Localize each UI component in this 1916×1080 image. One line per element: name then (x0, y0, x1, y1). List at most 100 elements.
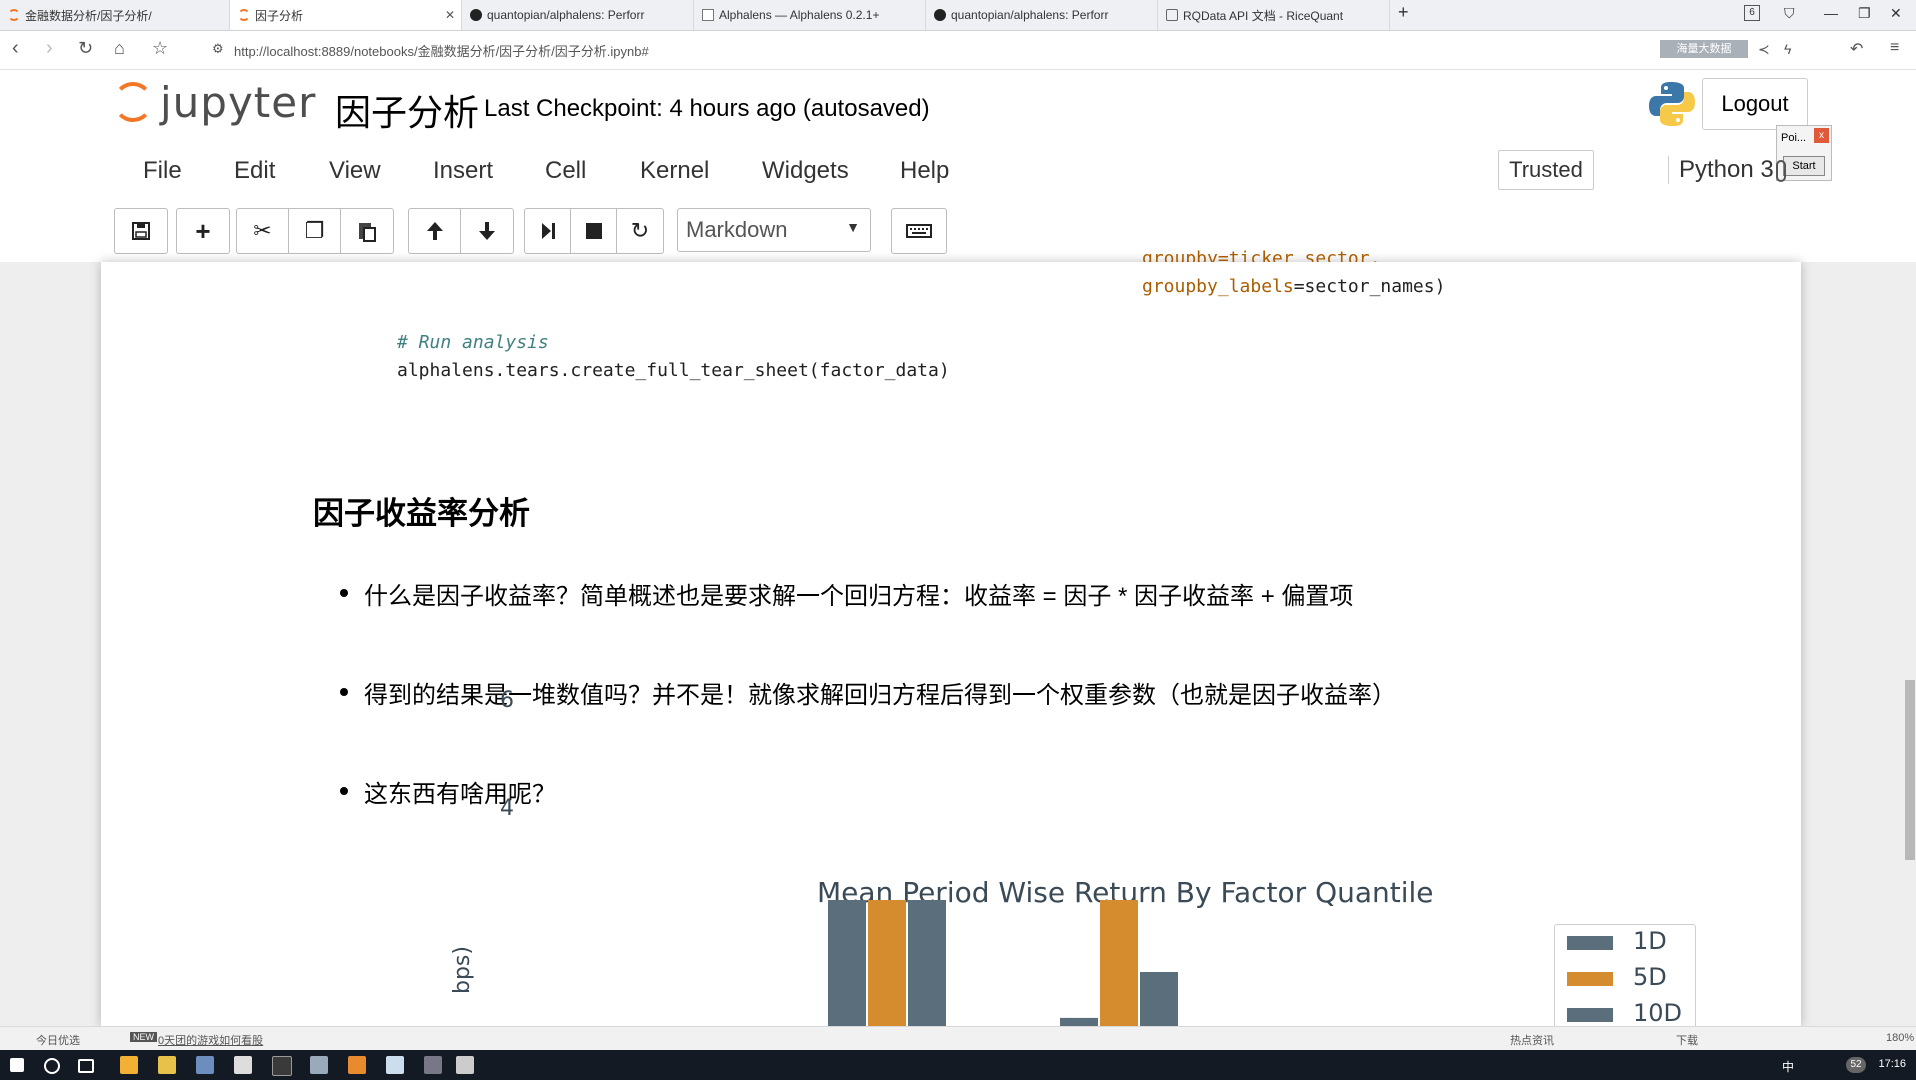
app-icon[interactable] (310, 1056, 328, 1074)
browser-tab[interactable]: 金融数据分析/因子分析/ (0, 0, 230, 30)
address-widget[interactable]: 海量大数据 (1660, 40, 1748, 58)
copy-icon[interactable]: ❐ (289, 209, 341, 253)
site-info-icon[interactable]: ⚙ (212, 41, 224, 57)
widget-start-button[interactable]: Start (1783, 156, 1825, 176)
browser-status-bar: 今日优选 NEW 0天团的游戏如何看股 热点资讯 下载 180% (0, 1026, 1916, 1051)
interrupt-icon[interactable] (571, 209, 617, 253)
close-window-icon[interactable]: ✕ (1890, 5, 1902, 22)
app-icon[interactable] (386, 1056, 404, 1074)
chart-plot-area (828, 900, 1178, 1026)
lock-icon (1166, 9, 1178, 21)
python-logo-icon (1649, 82, 1695, 126)
code-comment: # Run analysis (397, 332, 549, 353)
bar-5D-1 (868, 900, 906, 1026)
task-view-icon[interactable] (78, 1059, 94, 1073)
browser-app-icon[interactable] (120, 1056, 138, 1074)
run-icon[interactable] (525, 209, 571, 253)
minimize-icon[interactable]: — (1824, 5, 1838, 21)
app-icon[interactable] (196, 1056, 214, 1074)
close-tab-icon[interactable]: ✕ (445, 8, 455, 22)
restart-icon[interactable]: ↻ (617, 209, 663, 253)
logout-button[interactable]: Logout (1702, 78, 1808, 130)
jupyter-logo-icon[interactable] (113, 82, 153, 122)
move-up-icon[interactable] (409, 209, 461, 253)
cut-icon[interactable]: ✂ (237, 209, 289, 253)
toolbar-edit-group: ✂ ❐ (236, 208, 394, 254)
status-download[interactable]: 下载 (1676, 1032, 1698, 1048)
bar-10D-2 (1140, 972, 1178, 1026)
menu-cell[interactable]: Cell (545, 157, 586, 185)
share-icon[interactable]: ≺ (1758, 41, 1770, 58)
command-palette-button[interactable] (891, 208, 947, 254)
jupyter-logo-text[interactable]: jupyter (160, 78, 316, 127)
app-icon[interactable] (348, 1056, 366, 1074)
toolbar-move-group (408, 208, 514, 254)
windows-start-icon[interactable] (10, 1058, 24, 1072)
menu-edit[interactable]: Edit (234, 157, 275, 185)
app-icon[interactable] (424, 1056, 442, 1074)
status-news-link[interactable]: 0天团的游戏如何看股 (158, 1032, 263, 1048)
browser-tab-active[interactable]: 因子分析 ✕ (230, 0, 462, 30)
y-tick-label: 6 (500, 688, 514, 713)
cell-type-select[interactable]: Markdown ▼ (677, 208, 871, 252)
widget-close-button[interactable]: x (1814, 128, 1829, 143)
app-icon[interactable] (234, 1056, 252, 1074)
lightning-icon[interactable]: ϟ (1784, 41, 1791, 57)
trusted-indicator[interactable]: Trusted (1498, 150, 1594, 190)
cell-type-value: Markdown (686, 217, 788, 242)
widget-title: Poi... (1781, 132, 1807, 144)
zoom-level[interactable]: 180% (1886, 1032, 1914, 1044)
menu-icon[interactable]: ≡ (1890, 39, 1899, 57)
markdown-heading: 因子收益率分析 (313, 496, 530, 531)
menu-file[interactable]: File (143, 157, 182, 185)
status-left-item[interactable]: 今日优选 (36, 1032, 80, 1048)
browser-tab[interactable]: RQData API 文档 - RiceQuant (1158, 0, 1390, 30)
home-icon[interactable]: ⌂ (114, 38, 125, 59)
page-scrollbar[interactable] (1905, 680, 1915, 860)
legend-swatch (1567, 936, 1613, 950)
legend-item: 1D (1563, 927, 1693, 959)
forward-icon[interactable]: › (46, 37, 53, 60)
back-icon[interactable]: ‹ (12, 37, 19, 60)
star-icon[interactable]: ☆ (152, 38, 168, 59)
menu-help[interactable]: Help (900, 157, 949, 185)
address-bar-row: ‹ › ↻ ⌂ ☆ ⚙ http://localhost:8889/notebo… (0, 31, 1916, 70)
status-hot-news[interactable]: 热点资讯 (1510, 1032, 1554, 1048)
kernel-status-icon (1776, 160, 1786, 182)
menu-view[interactable]: View (329, 157, 381, 185)
browser-tab[interactable]: quantopian/alphalens: Perforr (462, 0, 694, 30)
save-icon[interactable] (115, 209, 167, 253)
tab-count-badge[interactable]: 6 (1744, 5, 1760, 21)
undo-icon[interactable]: ↶ (1850, 39, 1863, 59)
github-icon (934, 9, 946, 21)
notebook-name[interactable]: 因子分析 (335, 84, 479, 136)
os-taskbar: 52 中 17:16 (0, 1050, 1916, 1080)
code-call: alphalens.tears.create_full_tear_sheet(f… (397, 360, 950, 381)
restore-icon[interactable]: ❐ (1858, 5, 1871, 22)
browser-tab-strip: 金融数据分析/因子分析/ 因子分析 ✕ quantopian/alphalens:… (0, 0, 1916, 31)
insert-cell-icon[interactable]: + (177, 209, 229, 253)
ime-indicator[interactable]: 中 (1782, 1058, 1794, 1075)
browser-tab[interactable]: quantopian/alphalens: Perforr (926, 0, 1158, 30)
explorer-app-icon[interactable] (158, 1056, 176, 1074)
move-down-icon[interactable] (461, 209, 513, 253)
shirt-icon[interactable]: ⛉ (1784, 5, 1795, 22)
browser-tab[interactable]: Alphalens — Alphalens 0.2.1+ (694, 0, 926, 30)
clock: 17:16 (1878, 1058, 1906, 1070)
new-tab-icon[interactable]: + (1398, 2, 1409, 23)
code-value: =sector_names) (1293, 276, 1446, 297)
toolbar-insert-group: + (176, 208, 230, 254)
reload-icon[interactable]: ↻ (78, 38, 93, 59)
page-icon (702, 9, 714, 21)
bullet-dot (340, 787, 348, 795)
menu-kernel[interactable]: Kernel (640, 157, 709, 185)
menu-insert[interactable]: Insert (433, 157, 493, 185)
paste-icon[interactable] (341, 209, 393, 253)
legend-swatch (1567, 972, 1613, 986)
app-icon[interactable] (456, 1056, 474, 1074)
url-input[interactable]: http://localhost:8889/notebooks/金融数据分析/因… (234, 41, 649, 60)
menu-widgets[interactable]: Widgets (762, 157, 849, 185)
search-icon[interactable] (44, 1058, 60, 1074)
notification-badge[interactable]: 52 (1846, 1057, 1866, 1073)
app-icon[interactable] (272, 1056, 292, 1076)
